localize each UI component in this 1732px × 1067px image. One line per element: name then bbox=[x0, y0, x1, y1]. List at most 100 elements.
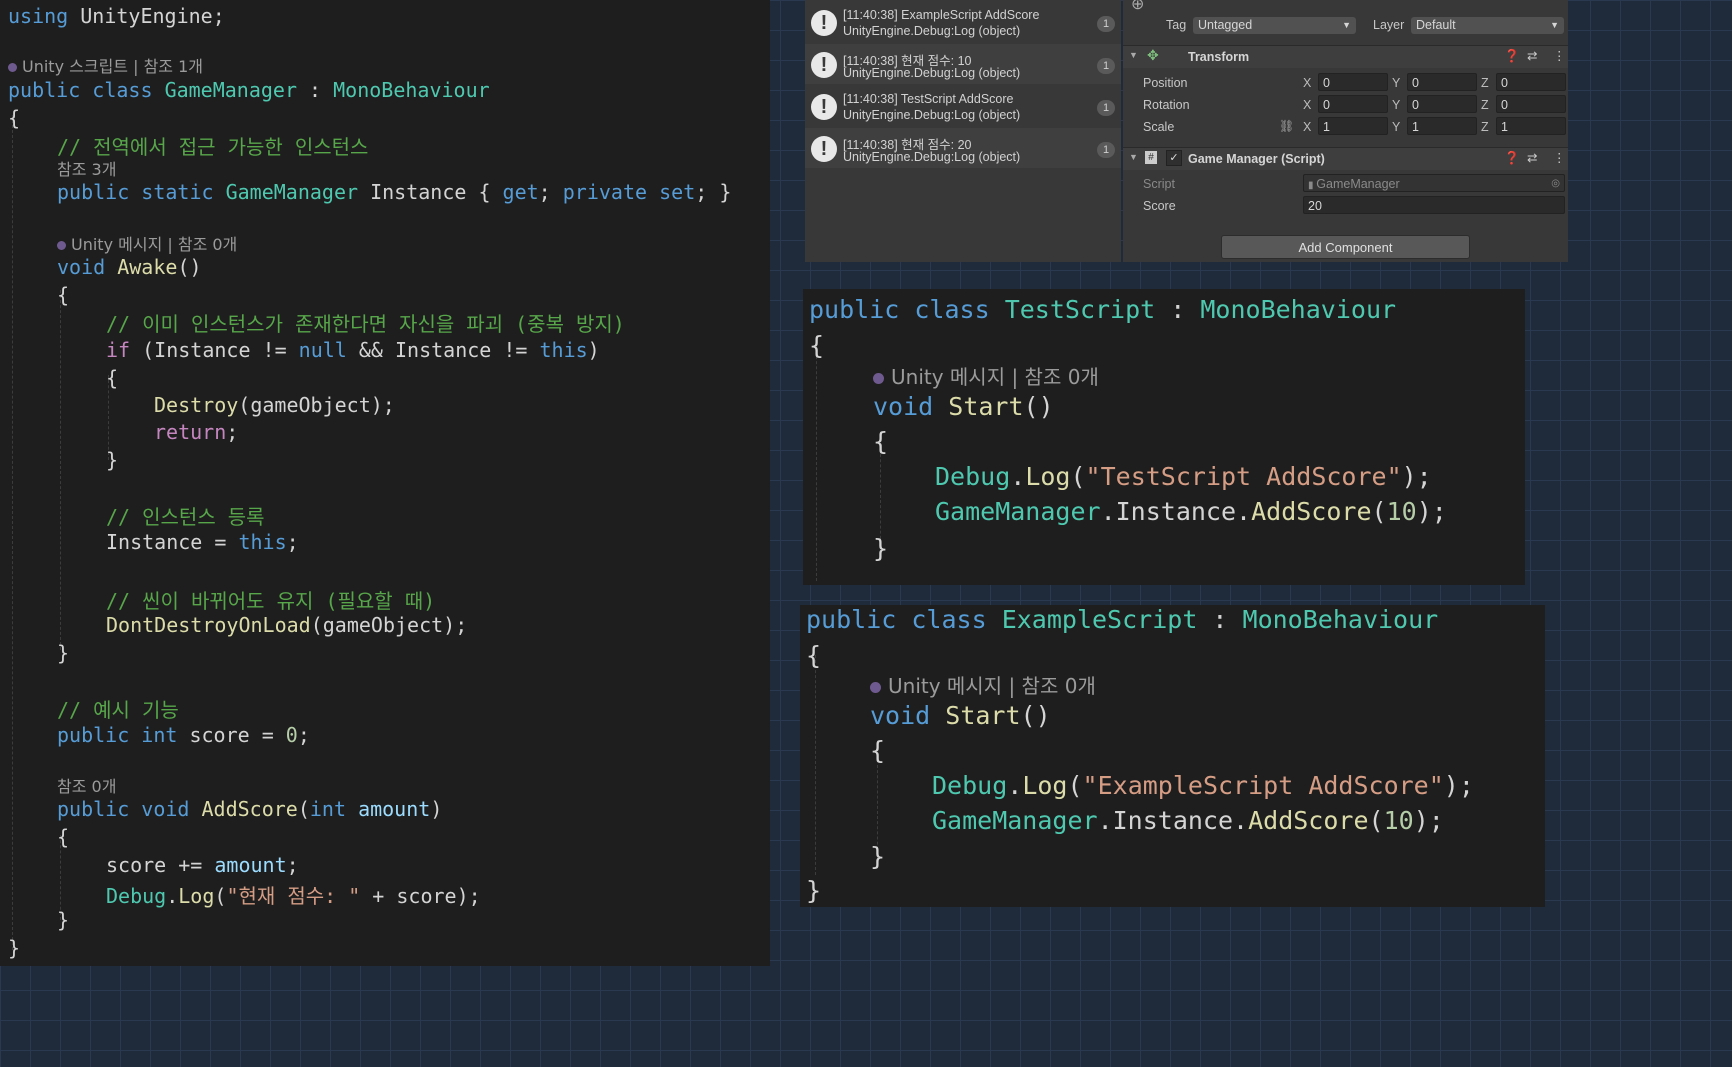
testscript-code-panel[interactable]: public class TestScript : MonoBehaviour … bbox=[803, 289, 1525, 585]
code-line-awake-declaration: void Awake() bbox=[57, 255, 202, 279]
scale-x-field[interactable]: 1 bbox=[1318, 117, 1388, 135]
codelens-awake-references[interactable]: Unity 메시지 | 참조 0개 bbox=[57, 231, 237, 255]
console-log-entry[interactable]: ! [11:40:38] TestScript AddScore UnityEn… bbox=[805, 86, 1121, 126]
axis-x-label: X bbox=[1303, 120, 1312, 134]
tag-label: Tag bbox=[1166, 18, 1187, 32]
gamemanager-code-editor[interactable]: using UnityEngine; Unity 스크립트 | 참조 1개 pu… bbox=[0, 0, 770, 966]
gamemanager-component-header[interactable]: ▼ # ✓ Game Manager (Script) ❓ ⇄ ⋮ bbox=[1123, 147, 1568, 170]
axis-z-label: Z bbox=[1481, 76, 1489, 90]
axis-y-label: Y bbox=[1392, 76, 1401, 90]
indent-guide bbox=[12, 115, 14, 950]
transform-component-header[interactable]: ▼ ✥ Transform ❓ ⇄ ⋮ bbox=[1123, 45, 1568, 68]
info-icon: ! bbox=[811, 10, 837, 36]
code-line-brace: } bbox=[106, 448, 119, 472]
preset-icon[interactable]: ⇄ bbox=[1527, 48, 1537, 63]
code-comment: // 이미 인스턴스가 존재한다면 자신을 파괴 (중복 방지) bbox=[106, 312, 625, 336]
unity-icon bbox=[8, 63, 17, 72]
link-icon[interactable]: ⛓ bbox=[1279, 119, 1294, 133]
inspector-panel[interactable]: ⊕ Tag Untagged ▼ Layer Default ▼ ▼ ✥ Trans… bbox=[1123, 0, 1568, 262]
code-line-dontdestroyonload: DontDestroyOnLoad(gameObject); bbox=[106, 613, 468, 637]
log-message: [11:40:38] ExampleScript AddScore bbox=[843, 8, 1040, 22]
position-label: Position bbox=[1143, 76, 1188, 90]
unity-icon bbox=[57, 241, 66, 250]
info-icon: ! bbox=[811, 136, 837, 162]
codelens-start-references[interactable]: Unity 메시지 | 참조 0개 bbox=[873, 361, 1099, 390]
code-line-score-add: score += amount; bbox=[106, 853, 299, 877]
info-icon: ! bbox=[811, 52, 837, 78]
log-count-badge: 1 bbox=[1097, 16, 1115, 32]
help-icon[interactable]: ❓ bbox=[1504, 151, 1520, 166]
add-component-button[interactable]: Add Component bbox=[1221, 235, 1470, 259]
info-icon: ! bbox=[811, 94, 837, 120]
axis-y-label: Y bbox=[1392, 120, 1401, 134]
position-x-field[interactable]: 0 bbox=[1318, 73, 1388, 91]
help-icon[interactable]: ❓ bbox=[1504, 49, 1520, 64]
codelens-references[interactable]: 참조 0개 bbox=[57, 773, 116, 797]
codelens-start-references[interactable]: Unity 메시지 | 참조 0개 bbox=[870, 670, 1096, 699]
codelens-references[interactable]: 참조 3개 bbox=[57, 156, 116, 180]
tag-dropdown[interactable]: Untagged ▼ bbox=[1193, 17, 1356, 34]
preset-icon[interactable]: ⇄ bbox=[1527, 150, 1537, 165]
code-line-using: using UnityEngine; bbox=[8, 4, 225, 28]
console-log-panel[interactable]: ! [11:40:38] ExampleScript AddScore Unit… bbox=[805, 0, 1121, 262]
code-line-class-declaration: public class TestScript : MonoBehaviour bbox=[809, 295, 1397, 324]
console-log-entry[interactable]: ! [11:40:38] 현재 점수: 10 UnityEngine.Debug… bbox=[805, 44, 1121, 84]
code-line-brace: { bbox=[809, 331, 825, 360]
code-comment: // 예시 기능 bbox=[57, 698, 179, 722]
code-line-addscore-call: GameManager.Instance.AddScore(10); bbox=[935, 497, 1447, 526]
transform-title: Transform bbox=[1188, 50, 1250, 64]
code-line-brace: { bbox=[106, 366, 119, 390]
axis-y-label: Y bbox=[1392, 98, 1401, 112]
code-line-debug-log: Debug.Log("TestScript AddScore"); bbox=[935, 462, 1432, 491]
code-line-class-declaration: public class GameManager : MonoBehaviour bbox=[8, 78, 490, 102]
code-line-brace: { bbox=[57, 825, 70, 849]
chevron-down-icon: ▼ bbox=[1550, 20, 1559, 30]
unity-icon bbox=[870, 682, 881, 693]
scale-z-field[interactable]: 1 bbox=[1496, 117, 1566, 135]
log-count-badge: 1 bbox=[1097, 142, 1115, 158]
enabled-checkbox[interactable]: ✓ bbox=[1166, 150, 1182, 166]
rotation-z-field[interactable]: 0 bbox=[1496, 95, 1566, 113]
rotation-x-field[interactable]: 0 bbox=[1318, 95, 1388, 113]
layer-dropdown[interactable]: Default ▼ bbox=[1411, 17, 1564, 34]
scale-label: Scale bbox=[1143, 120, 1175, 134]
kebab-menu-icon[interactable]: ⋮ bbox=[1553, 48, 1566, 63]
axis-z-label: Z bbox=[1481, 98, 1489, 112]
rotation-y-field[interactable]: 0 bbox=[1407, 95, 1477, 113]
script-reference-field: ▮ GameManager ◎ bbox=[1303, 174, 1565, 192]
console-log-entry[interactable]: ! [11:40:38] ExampleScript AddScore Unit… bbox=[805, 2, 1121, 42]
code-line-if: if (Instance != null && Instance != this… bbox=[106, 338, 600, 362]
scale-y-field[interactable]: 1 bbox=[1407, 117, 1477, 135]
axis-x-label: X bbox=[1303, 98, 1312, 112]
code-line-return: return; bbox=[154, 420, 239, 444]
chevron-down-icon: ▼ bbox=[1342, 20, 1351, 30]
code-line-score-field: public int score = 0; bbox=[57, 723, 310, 747]
script-icon: # bbox=[1145, 151, 1157, 164]
position-y-field[interactable]: 0 bbox=[1407, 73, 1477, 91]
foldout-arrow-icon[interactable]: ▼ bbox=[1129, 152, 1138, 162]
code-line-brace: } bbox=[57, 641, 70, 665]
score-field[interactable]: 20 bbox=[1303, 196, 1565, 214]
code-line-brace: { bbox=[870, 736, 886, 765]
code-line-brace: } bbox=[8, 936, 21, 960]
code-line-brace: } bbox=[806, 876, 822, 905]
transform-icon: ✥ bbox=[1147, 47, 1159, 63]
codelens-script-references[interactable]: Unity 스크립트 | 참조 1개 bbox=[8, 53, 203, 77]
unity-icon bbox=[873, 373, 884, 384]
foldout-arrow-icon[interactable]: ▼ bbox=[1129, 50, 1138, 60]
code-comment: // 인스턴스 등록 bbox=[106, 505, 265, 529]
position-z-field[interactable]: 0 bbox=[1496, 73, 1566, 91]
code-line-brace: { bbox=[57, 283, 70, 307]
code-line-assign-instance: Instance = this; bbox=[106, 530, 299, 554]
score-label: Score bbox=[1143, 199, 1176, 213]
code-line-brace: { bbox=[873, 427, 889, 456]
log-stacktrace: UnityEngine.Debug:Log (object) bbox=[843, 24, 1021, 38]
code-line-start-declaration: void Start() bbox=[870, 701, 1051, 730]
kebab-menu-icon[interactable]: ⋮ bbox=[1553, 150, 1566, 165]
log-stacktrace: UnityEngine.Debug:Log (object) bbox=[843, 66, 1021, 80]
code-line-debug-log: Debug.Log("ExampleScript AddScore"); bbox=[932, 771, 1474, 800]
examplescript-code-panel[interactable]: public class ExampleScript : MonoBehavio… bbox=[800, 605, 1545, 907]
script-label: Script bbox=[1143, 177, 1175, 191]
console-log-entry[interactable]: ! [11:40:38] 현재 점수: 20 UnityEngine.Debug… bbox=[805, 128, 1121, 168]
rotation-label: Rotation bbox=[1143, 98, 1190, 112]
